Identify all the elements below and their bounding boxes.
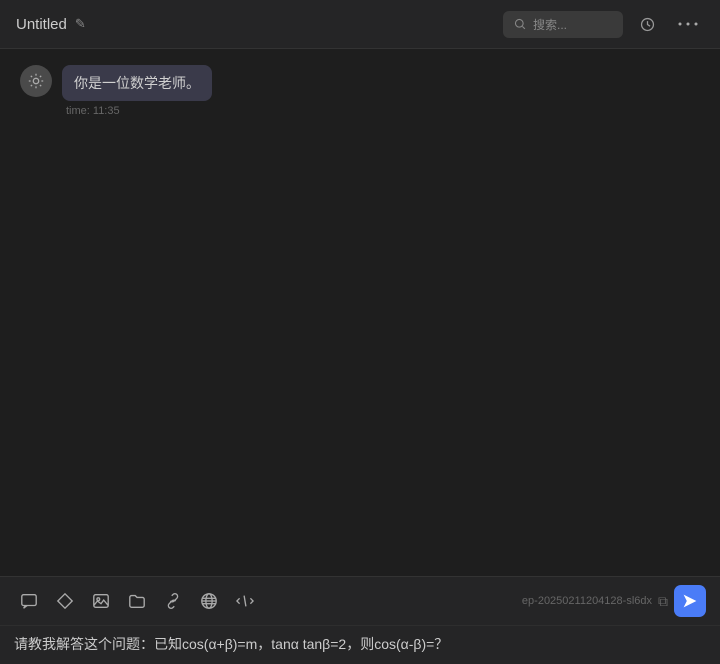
globe-tool-button[interactable] [194,586,224,616]
link-icon [164,592,182,610]
header: Untitled ✎ 搜索... [0,0,720,49]
more-button[interactable] [672,16,704,32]
input-text: 请教我解答这个问题：已知cos(α+β)=m，tanα tanβ=2，则cos(… [14,636,448,652]
page-title: Untitled [16,16,67,33]
input-area[interactable]: 请教我解答这个问题：已知cos(α+β)=m，tanα tanβ=2，则cos(… [0,626,720,664]
copy-icon[interactable]: ⧉ [658,593,668,610]
toolbar-row: ep-20250211204128-sl6dx ⧉ [0,577,720,626]
image-tool-button[interactable] [86,586,116,616]
edit-icon[interactable]: ✎ [75,16,86,32]
diamond-tool-button[interactable] [50,586,80,616]
header-right: 搜索... [503,11,704,38]
message-time: time: 11:35 [62,105,212,117]
toolbar-left [14,586,260,616]
history-icon [639,16,656,33]
header-left: Untitled ✎ [16,16,86,33]
message-bubble: 你是一位数学老师。 [62,65,212,101]
globe-icon [200,592,218,610]
folder-icon [128,592,146,610]
code-tool-button[interactable] [230,586,260,616]
send-icon [682,593,698,609]
diamond-icon [56,592,74,610]
chat-area: 你是一位数学老师。 time: 11:35 [0,49,720,564]
search-placeholder: 搜索... [533,16,567,33]
more-icon [678,20,698,28]
bottom-area: ep-20250211204128-sl6dx ⧉ 请教我解答这个问题：已知co… [0,576,720,664]
ep-label: ep-20250211204128-sl6dx [522,595,652,607]
code-icon [236,592,254,610]
history-button[interactable] [633,12,662,37]
avatar [20,65,52,97]
message-text: 你是一位数学老师。 [74,75,200,91]
image-icon [92,592,110,610]
gear-icon [27,72,45,90]
message-content: 你是一位数学老师。 time: 11:35 [62,65,212,117]
search-icon [513,17,527,31]
folder-tool-button[interactable] [122,586,152,616]
search-box[interactable]: 搜索... [503,11,623,38]
send-button[interactable] [674,585,706,617]
toolbar-right: ep-20250211204128-sl6dx ⧉ [522,585,706,617]
chat-icon [20,592,38,610]
chat-tool-button[interactable] [14,586,44,616]
message-row: 你是一位数学老师。 time: 11:35 [20,65,700,117]
link-tool-button[interactable] [158,586,188,616]
